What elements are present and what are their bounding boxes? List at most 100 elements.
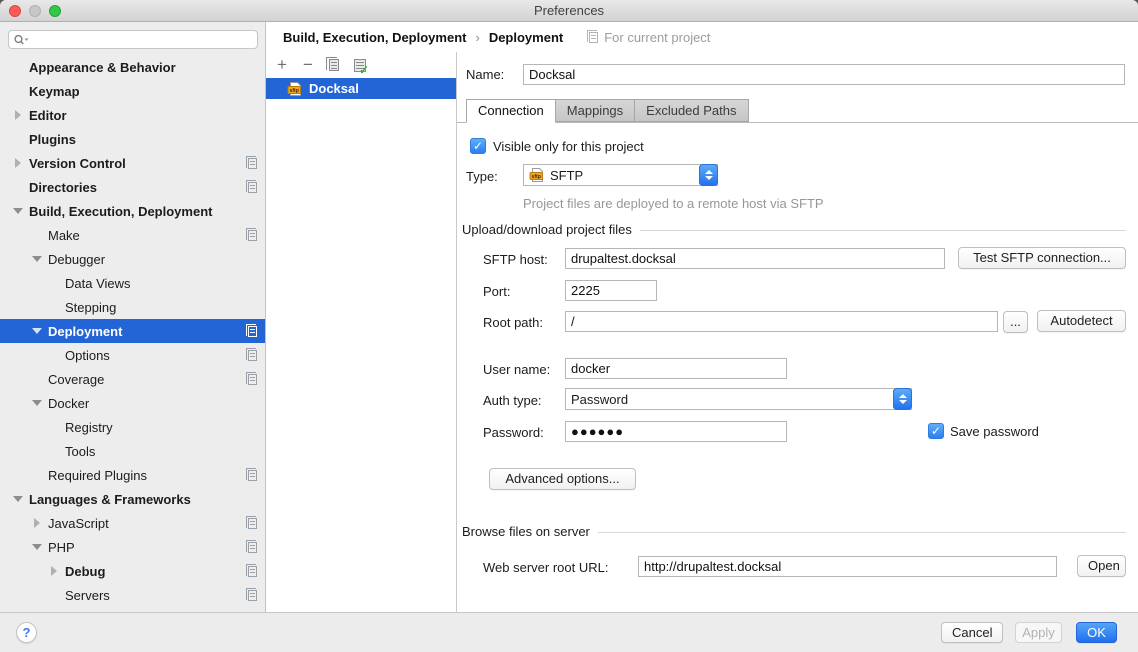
sidebar-item-editor[interactable]: Editor [0, 103, 265, 127]
sidebar-item-version-control[interactable]: Version Control [0, 151, 265, 175]
breadcrumb-segment-1[interactable]: Build, Execution, Deployment [283, 30, 466, 45]
dialog-footer: ? Cancel Apply OK [0, 612, 1138, 652]
user-name-input[interactable] [565, 358, 787, 379]
chevron-icon[interactable] [12, 110, 24, 120]
project-badge-icon [248, 566, 257, 577]
sidebar-item-plugins[interactable]: Plugins [0, 127, 265, 151]
sftp-host-label: SFTP host: [483, 252, 548, 268]
password-input[interactable] [565, 421, 787, 442]
chevron-icon[interactable] [31, 544, 43, 550]
chevron-icon[interactable] [31, 256, 43, 262]
upload-section-header: Upload/download project files [462, 222, 1126, 237]
sidebar-item-debug[interactable]: Debug [0, 559, 265, 583]
tab-mappings[interactable]: Mappings [556, 99, 635, 122]
sidebar-item-options[interactable]: Options [0, 343, 265, 367]
sidebar-item-make[interactable]: Make [0, 223, 265, 247]
password-label: Password: [483, 425, 544, 441]
chevron-icon[interactable] [12, 158, 24, 168]
breadcrumb: Build, Execution, Deployment › Deploymen… [266, 22, 1138, 52]
port-input[interactable] [565, 280, 657, 301]
sidebar-item-build-execution-deployment[interactable]: Build, Execution, Deployment [0, 199, 265, 223]
svg-text:sftp: sftp [531, 174, 541, 180]
project-badge-icon [248, 470, 257, 481]
sidebar-item-data-views[interactable]: Data Views [0, 271, 265, 295]
window-title: Preferences [0, 3, 1138, 18]
web-root-label: Web server root URL: [483, 560, 608, 576]
breadcrumb-separator: › [475, 30, 479, 45]
apply-button[interactable]: Apply [1015, 622, 1062, 643]
chevron-icon[interactable] [31, 518, 43, 528]
chevron-icon[interactable] [48, 566, 60, 576]
sidebar-item-coverage[interactable]: Coverage [0, 367, 265, 391]
user-name-label: User name: [483, 362, 550, 378]
add-server-icon[interactable]: + [274, 57, 290, 73]
remove-server-icon[interactable]: − [300, 57, 316, 73]
project-badge-icon [248, 326, 257, 337]
save-password-checkbox[interactable]: ✓ [928, 423, 944, 439]
sidebar-item-directories[interactable]: Directories [0, 175, 265, 199]
copy-server-icon[interactable] [326, 57, 342, 73]
tab-bar: Connection Mappings Excluded Paths [466, 99, 749, 123]
type-hint: Project files are deployed to a remote h… [523, 196, 824, 211]
sidebar-item-docker[interactable]: Docker [0, 391, 265, 415]
sftp-host-input[interactable] [565, 248, 945, 269]
auth-type-select[interactable]: Password [565, 388, 912, 410]
combo-stepper-icon[interactable] [699, 164, 718, 186]
search-input[interactable] [29, 32, 257, 47]
settings-search-box[interactable] [8, 30, 258, 49]
titlebar: Preferences [0, 0, 1138, 22]
port-label: Port: [483, 284, 510, 300]
use-as-default-icon[interactable]: ✓ [352, 57, 368, 73]
cancel-button[interactable]: Cancel [941, 622, 1003, 643]
tab-connection[interactable]: Connection [466, 99, 556, 123]
project-badge-icon [248, 182, 257, 193]
combo-stepper-icon[interactable] [893, 388, 912, 410]
server-list-item-docksal[interactable]: sftp Docksal [266, 78, 456, 99]
web-root-input[interactable] [638, 556, 1057, 577]
svg-text:sftp: sftp [289, 87, 299, 93]
chevron-icon[interactable] [31, 400, 43, 406]
visible-only-checkbox[interactable]: ✓ [470, 138, 486, 154]
sidebar-item-debugger[interactable]: Debugger [0, 247, 265, 271]
root-path-label: Root path: [483, 315, 543, 331]
sidebar-item-languages-frameworks[interactable]: Languages & Frameworks [0, 487, 265, 511]
chevron-icon[interactable] [12, 496, 24, 502]
sidebar-item-registry[interactable]: Registry [0, 415, 265, 439]
browse-root-path-button[interactable]: ... [1003, 311, 1028, 333]
sidebar-item-tools[interactable]: Tools [0, 439, 265, 463]
type-value: SFTP [550, 168, 583, 183]
ok-button[interactable]: OK [1076, 622, 1117, 643]
search-icon [13, 34, 29, 46]
type-label: Type: [466, 169, 498, 185]
sidebar-item-deployment[interactable]: Deployment [0, 319, 265, 343]
chevron-icon[interactable] [31, 328, 43, 334]
project-badge-icon [248, 230, 257, 241]
chevron-icon[interactable] [12, 208, 24, 214]
sidebar-item-appearance-behavior[interactable]: Appearance & Behavior [0, 55, 265, 79]
sidebar-item-servers[interactable]: Servers [0, 583, 265, 607]
sidebar-item-javascript[interactable]: JavaScript [0, 511, 265, 535]
project-badge-icon [248, 158, 257, 169]
main-panel: Build, Execution, Deployment › Deploymen… [266, 22, 1138, 612]
autodetect-button[interactable]: Autodetect [1037, 310, 1126, 332]
open-button[interactable]: Open [1077, 555, 1126, 577]
sidebar-item-required-plugins[interactable]: Required Plugins [0, 463, 265, 487]
server-name: Docksal [309, 81, 359, 96]
sidebar-item-php[interactable]: PHP [0, 535, 265, 559]
test-sftp-connection-button[interactable]: Test SFTP connection... [958, 247, 1126, 269]
browse-section-header: Browse files on server [462, 524, 1126, 539]
auth-type-label: Auth type: [483, 393, 542, 409]
save-password-label: Save password [950, 424, 1039, 440]
sidebar-item-keymap[interactable]: Keymap [0, 79, 265, 103]
name-input[interactable] [523, 64, 1125, 85]
name-label: Name: [466, 67, 504, 83]
root-path-input[interactable] [565, 311, 998, 332]
for-current-project-label: For current project [589, 30, 710, 45]
type-select[interactable]: sftp SFTP [523, 164, 718, 186]
help-button[interactable]: ? [16, 622, 37, 643]
sidebar-item-stepping[interactable]: Stepping [0, 295, 265, 319]
sftp-file-icon: sftp [287, 81, 303, 97]
tab-excluded-paths[interactable]: Excluded Paths [635, 99, 748, 122]
project-badge-icon [248, 590, 257, 601]
advanced-options-button[interactable]: Advanced options... [489, 468, 636, 490]
